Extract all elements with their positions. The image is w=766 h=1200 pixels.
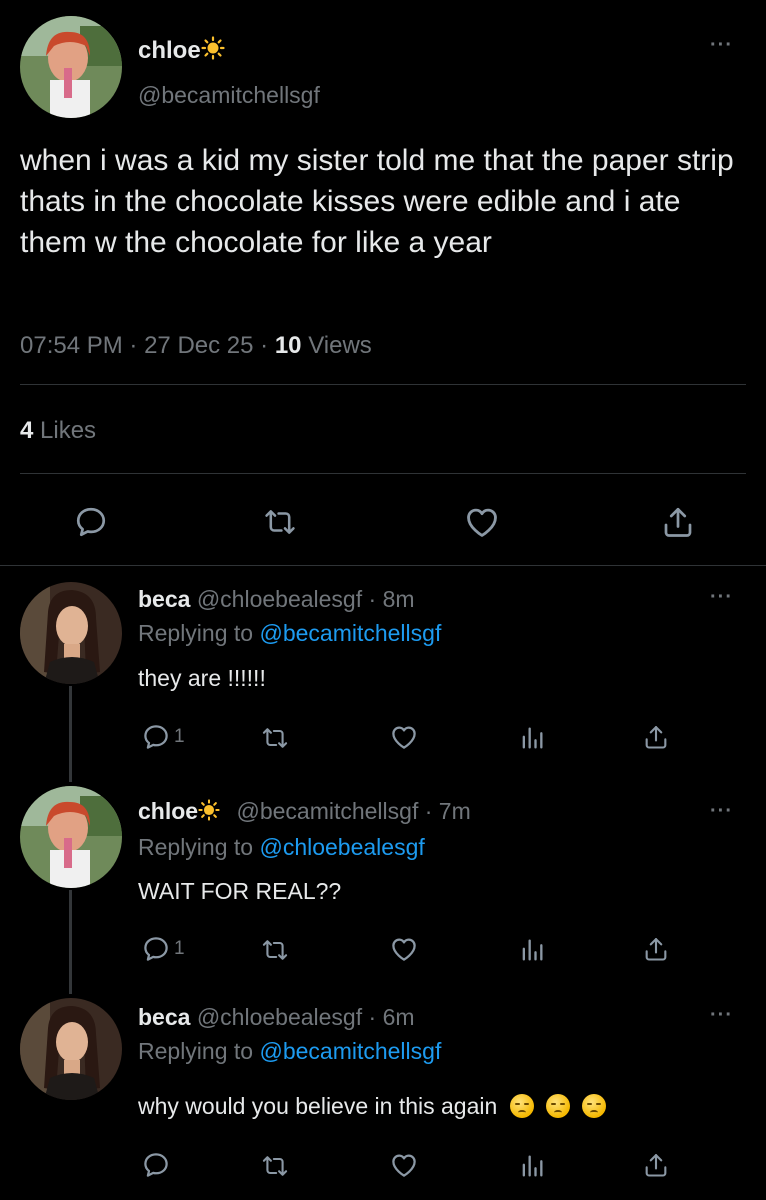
thread-line xyxy=(69,890,72,994)
avatar-beca-image xyxy=(20,998,122,1100)
replying-to-handle[interactable]: @becamitchellsgf xyxy=(259,620,441,646)
share-button[interactable] xyxy=(642,934,670,964)
avatar-chloe[interactable] xyxy=(20,786,122,888)
avatar-beca-image xyxy=(20,582,122,684)
share-icon xyxy=(664,507,692,537)
reply-count: 1 xyxy=(174,938,185,959)
views-label: Views xyxy=(308,332,372,359)
reply-icon xyxy=(144,937,168,961)
tweet-time[interactable]: 07:54 PM xyxy=(20,332,123,359)
heart-icon xyxy=(392,938,416,961)
divider xyxy=(0,565,766,566)
reply-display-name[interactable]: beca xyxy=(138,586,190,612)
retweet-icon xyxy=(262,728,288,748)
reply-button[interactable] xyxy=(140,1150,172,1180)
retweet-icon xyxy=(265,510,295,534)
analytics-button[interactable] xyxy=(518,724,546,752)
replying-to-label: Replying to xyxy=(138,620,254,646)
avatar-chloe-image xyxy=(20,16,122,118)
likes-label: Likes xyxy=(40,417,97,444)
reply-button[interactable]: 1 xyxy=(140,934,185,964)
thread-line xyxy=(69,686,72,782)
more-options-button[interactable]: ··· xyxy=(710,801,733,821)
tweet-text: when i was a kid my sister told me that … xyxy=(20,144,734,259)
replying-to-handle[interactable]: @chloebealesgf xyxy=(259,834,424,860)
avatar-beca[interactable] xyxy=(20,582,122,684)
reply-display-name[interactable]: chloe xyxy=(138,798,198,824)
retweet-button[interactable] xyxy=(260,505,300,539)
like-button[interactable] xyxy=(388,1150,420,1180)
share-icon xyxy=(645,938,667,961)
reply-text: they are !!!!!! xyxy=(138,665,266,691)
heart-icon xyxy=(467,508,497,537)
reply-count: 1 xyxy=(174,726,185,747)
like-button[interactable] xyxy=(388,722,420,752)
heart-icon xyxy=(392,726,416,749)
reply-text: WAIT FOR REAL?? xyxy=(138,878,342,904)
divider xyxy=(20,473,746,474)
tweet-meta: 07:54 PM · 27 Dec 25 · 10 Views xyxy=(20,332,372,360)
avatar-chloe-image xyxy=(20,786,122,888)
replying-to-handle[interactable]: @becamitchellsgf xyxy=(259,1038,441,1064)
reply-button[interactable] xyxy=(72,504,110,540)
retweet-icon xyxy=(262,940,288,960)
author-display-name[interactable]: chloe xyxy=(138,37,201,64)
reply-age[interactable]: · 6m xyxy=(369,1004,415,1030)
share-button[interactable] xyxy=(642,1150,670,1180)
retweet-button[interactable] xyxy=(258,724,292,752)
pensive-face-emoji-icon xyxy=(509,1094,534,1118)
retweet-icon xyxy=(262,1156,288,1176)
reply-handle[interactable]: @chloebealesgf xyxy=(197,1004,362,1030)
reply-icon xyxy=(76,507,106,537)
heart-icon xyxy=(392,1154,416,1177)
replying-to-label: Replying to xyxy=(138,1038,254,1064)
analytics-button[interactable] xyxy=(518,936,546,964)
reply-icon xyxy=(144,1153,168,1177)
sun-emoji-icon xyxy=(201,36,225,67)
reply-button[interactable]: 1 xyxy=(140,722,185,752)
like-button[interactable] xyxy=(462,503,502,541)
analytics-icon xyxy=(522,939,543,961)
meta-separator: · xyxy=(129,332,138,359)
avatar-chloe[interactable] xyxy=(20,16,122,118)
retweet-button[interactable] xyxy=(258,1152,292,1180)
sun-emoji-icon xyxy=(198,799,220,827)
share-icon xyxy=(645,726,667,749)
analytics-icon xyxy=(522,727,543,749)
more-options-button[interactable]: ··· xyxy=(710,587,733,607)
pensive-face-emoji-icon xyxy=(546,1094,571,1118)
reply-text: why would you believe in this again xyxy=(138,1093,498,1119)
share-button[interactable] xyxy=(660,502,696,542)
reply-handle[interactable]: @becamitchellsgf xyxy=(236,798,418,824)
likes-count: 4 xyxy=(20,417,34,444)
pensive-face-emoji-icon xyxy=(582,1094,607,1118)
meta-separator: · xyxy=(260,332,269,359)
views-count: 10 xyxy=(274,332,302,359)
reply-display-name[interactable]: beca xyxy=(138,1004,190,1030)
replying-to-label: Replying to xyxy=(138,834,254,860)
likes-stat[interactable]: 4 Likes xyxy=(20,417,96,445)
reply-handle[interactable]: @chloebealesgf xyxy=(197,586,362,612)
reply-age[interactable]: · 7m xyxy=(425,798,471,824)
avatar-beca[interactable] xyxy=(20,998,122,1100)
more-options-button[interactable]: ··· xyxy=(710,1005,733,1025)
author-handle[interactable]: @becamitchellsgf xyxy=(138,82,320,109)
tweet-date[interactable]: 27 Dec 25 xyxy=(144,332,253,359)
reply-age[interactable]: · 8m xyxy=(369,586,415,612)
more-options-button[interactable]: ··· xyxy=(710,35,733,55)
analytics-icon xyxy=(522,1155,543,1177)
reply-text-row: why would you believe in this again xyxy=(138,1093,607,1120)
like-button[interactable] xyxy=(388,934,420,964)
share-icon xyxy=(645,1154,667,1177)
divider xyxy=(20,384,746,385)
analytics-button[interactable] xyxy=(518,1152,546,1180)
reply-icon xyxy=(144,725,168,749)
share-button[interactable] xyxy=(642,722,670,752)
retweet-button[interactable] xyxy=(258,936,292,964)
